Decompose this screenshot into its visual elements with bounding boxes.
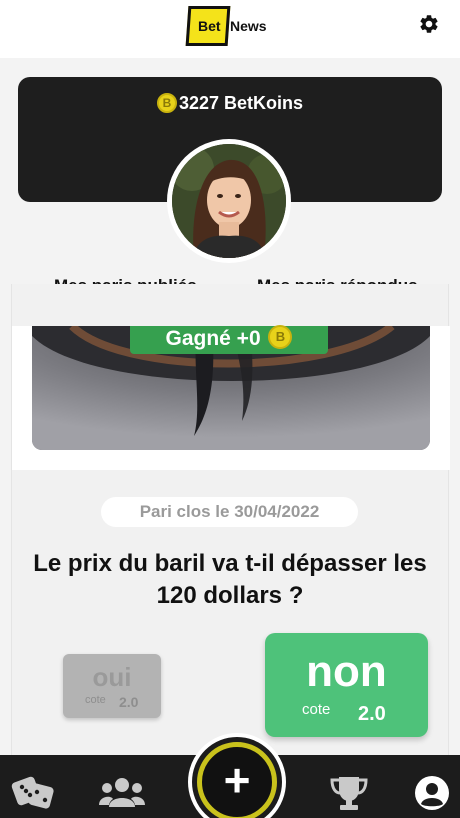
betkoin-icon: B <box>156 92 177 113</box>
answer-non-button[interactable]: non cote 2.0 <box>265 633 428 737</box>
balance-text: 3227 BetKoins <box>178 93 304 113</box>
cote-label: cote <box>85 694 106 706</box>
answer-oui-button[interactable]: oui cote 2.0 <box>63 654 161 718</box>
betnews-logo[interactable]: Bet News <box>185 6 277 48</box>
top-bar: Bet News <box>0 0 460 58</box>
cote-value: 2.0 <box>358 703 386 725</box>
cote-label: cote <box>302 701 331 718</box>
answer-non-label: non <box>306 647 387 696</box>
balance-display: B 3227 BetKoins <box>18 92 442 114</box>
cote-value: 2.0 <box>119 694 139 710</box>
betkoin-icon: B <box>268 325 293 350</box>
add-bet-button[interactable]: + <box>197 742 277 818</box>
bet-closed-date: Pari clos le 30/04/2022 <box>101 497 358 527</box>
answer-oui-label: oui <box>92 662 132 692</box>
trophy-icon[interactable] <box>330 775 368 811</box>
account-icon[interactable] <box>414 775 450 811</box>
logo-text-bet: Bet <box>198 18 221 34</box>
logo-text-news: News <box>230 18 267 34</box>
gear-icon[interactable] <box>418 13 440 35</box>
won-text: Gagné +0 <box>165 327 261 350</box>
users-icon[interactable] <box>99 777 145 807</box>
bet-question: Le prix du baril va t-il dépasser les 12… <box>33 550 427 609</box>
avatar-photo <box>172 144 286 258</box>
won-badge: Gagné +0 B <box>130 325 328 354</box>
dice-icon[interactable] <box>10 775 54 811</box>
avatar[interactable] <box>167 139 291 263</box>
